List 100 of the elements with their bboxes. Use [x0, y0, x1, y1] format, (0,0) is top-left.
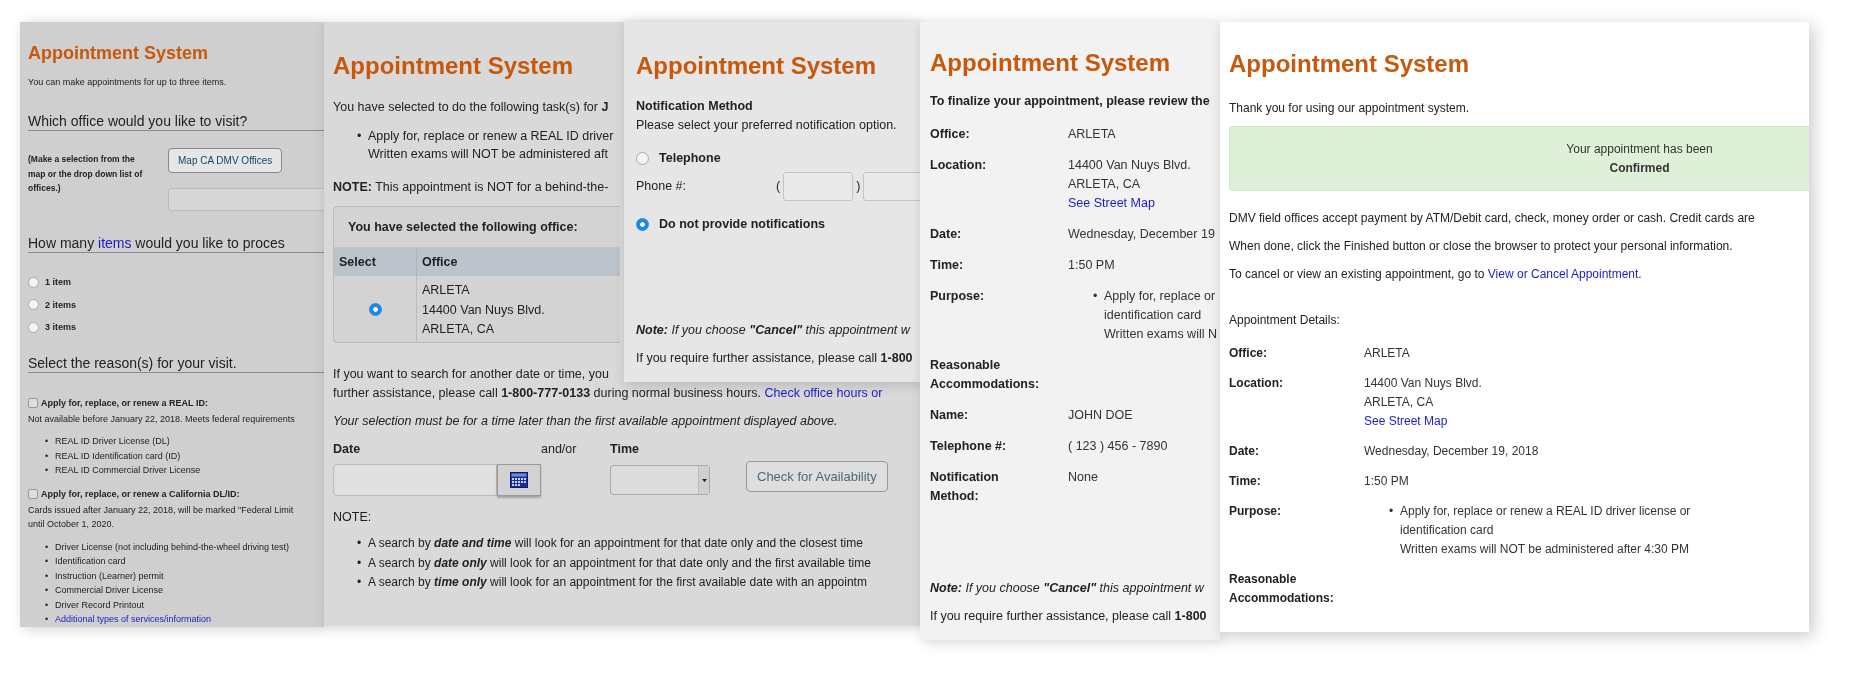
detail-value: 1:50 PM — [1364, 473, 1410, 490]
section-heading: Which office would you like to visit? — [28, 112, 324, 131]
office-hours-link[interactable]: Check office hours or — [764, 386, 883, 400]
detail-label: Location: — [930, 157, 988, 174]
detail-value: Wednesday, December 19, 2018 — [1364, 443, 1540, 460]
assistance-text: If you require further assistance, please call 1-800 — [930, 608, 1207, 625]
page-title: Appointment System — [930, 49, 1171, 77]
date-field[interactable] — [333, 464, 497, 496]
page-title: Appointment System — [28, 42, 209, 64]
banner-message: Your appointment has been — [1566, 140, 1713, 158]
rule-text: Your selection must be for a time later than the first available appointment displayed above. — [333, 413, 838, 430]
map-offices-button[interactable]: Map CA DMV Offices — [168, 148, 283, 173]
column-header: Select — [338, 254, 377, 271]
bullet-mark: • — [45, 613, 50, 626]
option-label: 2 items — [45, 298, 77, 312]
bullet-mark: • — [1389, 503, 1395, 520]
detail-label: Reasonable Accommodations: — [1229, 571, 1335, 607]
bullet-mark: • — [45, 598, 50, 612]
option-label: Do not provide notifications — [659, 216, 825, 233]
note-text: Note: If you choose "Cancel" this appointment w — [636, 322, 910, 339]
detail-value: 14400 Van Nuys Blvd. ARLETA, CA — [1068, 157, 1192, 193]
checkbox[interactable] — [28, 488, 38, 499]
bullet-mark: • — [357, 554, 363, 572]
reason-note: Not available before January 22, 2018. Meets federal requirements — [28, 412, 295, 426]
checkbox[interactable] — [28, 397, 38, 408]
area-code-field[interactable] — [783, 172, 854, 201]
paren-text: ) — [856, 178, 861, 195]
radio-button[interactable] — [636, 218, 649, 231]
bullet-mark: • — [45, 435, 50, 448]
card-heading: You have selected the following office: — [347, 219, 579, 236]
radio-button[interactable] — [636, 152, 649, 165]
and-or-text: and/or — [541, 441, 578, 458]
service-item: REAL ID Driver License (DL) — [55, 435, 170, 448]
detail-label: Location: — [1229, 375, 1284, 392]
detail-value: Wednesday, December 19 — [1068, 226, 1216, 243]
detail-value: JOHN DOE — [1068, 407, 1134, 424]
detail-label: Date: — [1229, 443, 1260, 460]
field-label: Phone #: — [636, 178, 688, 195]
radio-button[interactable] — [368, 302, 382, 316]
paren-text: ( — [776, 178, 781, 195]
view-cancel-link[interactable]: View or Cancel Appointment. — [1487, 267, 1642, 281]
detail-value: ARLETA — [1068, 126, 1117, 143]
radio-button[interactable] — [28, 299, 39, 311]
detail-value: ( 123 ) 456 - 7890 — [1068, 438, 1169, 455]
bullet-mark: • — [45, 449, 50, 463]
hint-text: (Make a selection from the map or the drop down list of offices.) — [28, 153, 144, 195]
search-note: A search by date only will look for an appointment for that date only and the first available time — [368, 554, 871, 572]
help-text: If you want to search for another date or time, you further assistance, please call 1-800-777-0133 during normal business hours. Check office hours or — [333, 366, 883, 402]
bullet-mark: • — [1093, 288, 1099, 305]
radio-button[interactable] — [28, 276, 39, 288]
items-link[interactable]: items — [98, 235, 132, 251]
reason-note: Cards issued after January 22, 2018, will be marked "Federal Limit until October 1, 2020. — [28, 503, 294, 531]
detail-label: Date: — [930, 226, 963, 243]
bullet-mark: • — [45, 584, 50, 597]
detail-label: Purpose: — [1229, 503, 1282, 520]
field-label: Time — [610, 441, 640, 458]
section-heading: Notification Method — [636, 98, 753, 115]
field-label: Date — [333, 441, 362, 458]
calendar-icon — [510, 472, 528, 488]
note-text: Note: If you choose "Cancel" this appointment w — [930, 580, 1204, 597]
assistance-text: If you require further assistance, please call 1-800 — [636, 350, 913, 367]
street-map-link[interactable]: See Street Map — [1364, 414, 1448, 428]
note-label: NOTE: — [333, 509, 372, 526]
bullet-mark: • — [45, 464, 50, 477]
bullet-mark: • — [357, 128, 363, 145]
service-item: REAL ID Commercial Driver License — [55, 464, 201, 477]
bullet-mark: • — [45, 555, 50, 568]
caret-icon — [701, 478, 707, 482]
calendar-button[interactable] — [497, 464, 541, 496]
detail-label: Time: — [1229, 473, 1262, 490]
bullet-mark: • — [357, 535, 363, 552]
page-title: Appointment System — [333, 52, 574, 80]
services-link[interactable]: Additional types of services/information — [55, 612, 212, 627]
time-select[interactable] — [610, 465, 710, 495]
section-heading: How many items would you like to proces — [28, 234, 324, 253]
task-item: Apply for, replace or renew a REAL ID driver Written exams will NOT be administered aft — [368, 128, 614, 163]
option-label: Telephone — [659, 150, 721, 167]
reason-label: Apply for, replace, or renew a REAL ID: — [41, 396, 208, 410]
phone-number-field[interactable] — [863, 172, 920, 201]
option-label: 1 item — [45, 276, 71, 290]
check-availability-button[interactable]: Check for Availability — [746, 460, 888, 492]
info-text: When done, click the Finished button or close the browser to protect your personal information. — [1229, 238, 1733, 255]
note-text: NOTE: This appointment is NOT for a behind-the- — [333, 179, 609, 196]
details-heading: Appointment Details: — [1229, 312, 1340, 329]
office-dropdown[interactable] — [168, 188, 324, 211]
section-heading: Select the reason(s) for your visit. — [28, 353, 324, 373]
detail-label: Office: — [930, 126, 971, 143]
column-header: Office — [416, 248, 620, 277]
detail-label: Reasonable Accommodations: — [930, 357, 1041, 393]
banner-status: Confirmed — [1609, 159, 1670, 177]
table-cell: ARLETA 14400 Van Nuys Blvd. ARLETA, CA — [416, 276, 620, 342]
bullet-mark: • — [45, 540, 50, 554]
info-text: DMV field offices accept payment by ATM/Debit card, check, money order or cash. Credit cards are — [1229, 210, 1755, 227]
page-title: Appointment System — [1229, 50, 1470, 78]
detail-label: Telephone #: — [930, 438, 1008, 455]
service-item: Driver Record Printout — [55, 598, 145, 612]
radio-button[interactable] — [28, 321, 39, 333]
service-item: REAL ID Identification card (ID) — [55, 449, 181, 463]
street-map-link[interactable]: See Street Map — [1068, 196, 1155, 210]
detail-label: Purpose: — [930, 288, 986, 305]
